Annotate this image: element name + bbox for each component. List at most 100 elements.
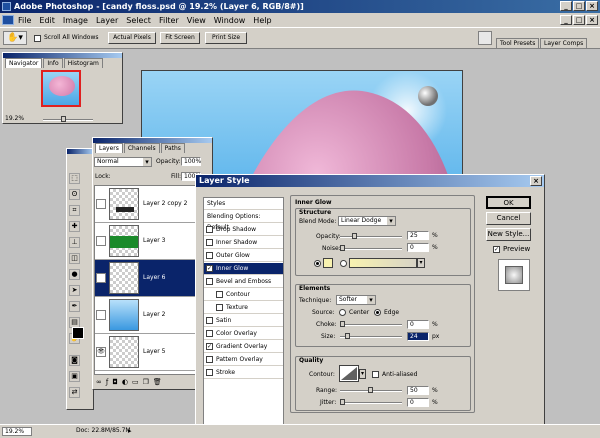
chevron-down-icon[interactable]: ▾ <box>359 369 366 379</box>
status-arrow-icon[interactable]: ▸ <box>128 427 132 435</box>
tab-paths[interactable]: Paths <box>160 143 185 153</box>
glow-gradient-picker[interactable] <box>349 258 417 268</box>
minimize-button[interactable]: _ <box>560 1 572 11</box>
crop-tool-icon[interactable]: ⌗ <box>69 205 80 216</box>
doc-minimize-button[interactable]: _ <box>560 15 572 25</box>
maximize-button[interactable]: □ <box>573 1 585 11</box>
path-select-icon[interactable]: ➤ <box>69 285 80 296</box>
document-icon[interactable] <box>2 15 14 25</box>
glow-color-swatch[interactable] <box>323 258 333 268</box>
blend-mode-select[interactable]: Linear Dodge <box>338 216 396 226</box>
layer-blend-mode-select[interactable]: Normal <box>94 157 152 167</box>
style-checkbox-checked[interactable]: ✓ <box>206 343 213 350</box>
style-item-color-overlay[interactable]: Color Overlay <box>204 328 283 340</box>
style-checkbox-checked[interactable]: ✓ <box>206 265 213 272</box>
style-checkbox[interactable] <box>206 330 213 337</box>
navigator-zoom-value[interactable]: 19.2% <box>5 115 24 122</box>
clone-stamp-icon[interactable]: ⊥ <box>69 237 80 248</box>
pen-tool-icon[interactable]: ✒ <box>69 301 80 312</box>
layer-opacity-field[interactable]: 100% <box>181 157 201 166</box>
source-center-radio[interactable] <box>339 309 346 316</box>
source-edge-radio[interactable] <box>374 309 381 316</box>
style-item-pattern-overlay[interactable]: Pattern Overlay <box>204 354 283 366</box>
dialog-title[interactable]: Layer Style <box>196 175 544 187</box>
tab-info[interactable]: Info <box>43 58 63 68</box>
opacity-slider[interactable] <box>340 233 402 239</box>
scroll-all-windows-checkbox[interactable] <box>34 35 41 42</box>
choke-slider[interactable] <box>340 321 402 327</box>
visibility-toggle[interactable] <box>96 310 106 320</box>
style-checkbox[interactable] <box>206 317 213 324</box>
menu-select[interactable]: Select <box>122 16 155 25</box>
noise-field[interactable]: 0 <box>407 243 429 252</box>
style-checkbox[interactable] <box>206 239 213 246</box>
file-browser-icon[interactable] <box>478 31 492 45</box>
new-layer-icon[interactable]: ❐ <box>143 378 149 386</box>
healing-tool-icon[interactable]: ✚ <box>69 221 80 232</box>
style-item-texture[interactable]: Texture <box>204 302 283 314</box>
menu-file[interactable]: File <box>14 16 35 25</box>
jump-to-imageready-icon[interactable]: ⇄ <box>69 387 80 398</box>
menu-help[interactable]: Help <box>249 16 275 25</box>
noise-slider[interactable] <box>340 245 402 251</box>
style-item-satin[interactable]: Satin <box>204 315 283 327</box>
dodge-tool-icon[interactable]: ● <box>69 269 80 280</box>
screen-mode-icon[interactable]: ▣ <box>69 371 80 382</box>
layer-row[interactable]: Layer 2 <box>95 297 199 334</box>
cancel-button[interactable]: Cancel <box>486 212 531 225</box>
new-group-icon[interactable]: ▭ <box>132 378 139 386</box>
add-style-icon[interactable]: ƒ <box>106 378 108 386</box>
foreground-color-swatch[interactable] <box>72 327 84 339</box>
visibility-toggle[interactable] <box>96 199 106 209</box>
style-item-contour[interactable]: Contour <box>204 289 283 301</box>
jitter-field[interactable]: 0 <box>407 398 429 407</box>
jitter-knob[interactable] <box>340 399 345 405</box>
eye-icon[interactable]: 👁 <box>96 273 106 283</box>
style-item-bevel-emboss[interactable]: Bevel and Emboss <box>204 276 283 288</box>
anti-aliased-checkbox[interactable] <box>372 371 379 378</box>
tab-layers[interactable]: Layers <box>95 143 123 153</box>
visibility-toggle[interactable] <box>96 236 106 246</box>
style-item-outer-glow[interactable]: Outer Glow <box>204 250 283 262</box>
doc-restore-button[interactable]: □ <box>573 15 585 25</box>
style-checkbox[interactable] <box>206 278 213 285</box>
navigator-zoom-slider[interactable] <box>43 116 93 122</box>
menu-view[interactable]: View <box>183 16 210 25</box>
menu-edit[interactable]: Edit <box>35 16 59 25</box>
range-slider[interactable] <box>340 387 402 393</box>
layer-row[interactable]: Layer 3 <box>95 223 199 260</box>
tab-navigator[interactable]: Navigator <box>5 58 43 68</box>
technique-select[interactable]: Softer <box>336 295 376 305</box>
fit-screen-button[interactable]: Fit Screen <box>160 32 200 44</box>
print-size-button[interactable]: Print Size <box>205 32 247 44</box>
menu-image[interactable]: Image <box>59 16 92 25</box>
zoom-slider-knob[interactable] <box>61 116 66 122</box>
lasso-tool-icon[interactable]: ʘ <box>69 189 80 200</box>
opacity-knob[interactable] <box>352 233 357 239</box>
hand-tool-icon[interactable]: ✋▾ <box>3 31 27 45</box>
size-field[interactable]: 24 <box>407 332 429 341</box>
size-slider[interactable] <box>340 333 402 339</box>
style-checkbox[interactable] <box>216 291 223 298</box>
gradient-radio[interactable] <box>340 260 347 267</box>
style-item-inner-shadow[interactable]: Inner Shadow <box>204 237 283 249</box>
layer-row[interactable]: Layer 2 copy 2 <box>95 186 199 223</box>
tab-channels[interactable]: Channels <box>123 143 160 153</box>
menu-layer[interactable]: Layer <box>92 16 122 25</box>
marquee-tool-icon[interactable]: ⬚ <box>69 173 80 184</box>
menu-filter[interactable]: Filter <box>155 16 183 25</box>
jitter-slider[interactable] <box>340 399 402 405</box>
ok-button[interactable]: OK <box>486 196 531 209</box>
style-checkbox[interactable] <box>206 226 213 233</box>
dialog-close-button[interactable]: × <box>530 176 542 186</box>
layer-comps-tab[interactable]: Layer Comps <box>540 38 588 48</box>
style-checkbox[interactable] <box>206 356 213 363</box>
style-checkbox[interactable] <box>206 252 213 259</box>
style-item-stroke[interactable]: Stroke <box>204 367 283 379</box>
toolbox-title-bar[interactable] <box>67 149 93 154</box>
eye-icon[interactable]: 👁 <box>96 347 106 357</box>
status-zoom-field[interactable]: 19.2% <box>2 427 32 436</box>
chevron-down-icon[interactable]: ▾ <box>417 258 425 268</box>
actual-pixels-button[interactable]: Actual Pixels <box>108 32 156 44</box>
solid-color-radio[interactable] <box>314 260 321 267</box>
